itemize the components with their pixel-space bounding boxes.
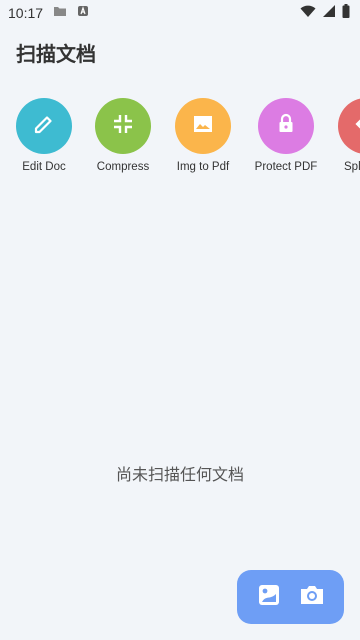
camera-button[interactable] <box>298 583 326 611</box>
tool-label: Compress <box>96 161 150 173</box>
tool-label: Spl <box>344 161 360 173</box>
tool-compress[interactable]: Compress <box>83 98 163 173</box>
page-title: 扫描文档 <box>16 44 96 66</box>
tool-edit-doc[interactable]: Edit Doc <box>4 98 84 173</box>
tool-split[interactable]: Spl <box>326 98 360 173</box>
pencil-icon <box>32 112 56 141</box>
status-time: 10:17 <box>8 5 44 21</box>
tool-img-to-pdf-circle[interactable] <box>175 98 231 154</box>
battery-icon <box>342 3 350 23</box>
tool-label: Protect PDF <box>254 161 318 173</box>
image-icon <box>191 112 215 141</box>
gallery-button[interactable] <box>255 583 283 611</box>
tool-protect-pdf-circle[interactable] <box>258 98 314 154</box>
gallery-icon <box>256 582 282 613</box>
empty-state-message: 尚未扫描任何文档 <box>115 467 244 484</box>
split-icon <box>354 112 360 141</box>
scan-action-group[interactable] <box>237 570 344 624</box>
tool-label: Img to Pdf <box>176 161 230 173</box>
compress-icon <box>111 112 135 141</box>
folder-icon <box>53 4 67 22</box>
tool-protect-pdf[interactable]: Protect PDF <box>246 98 326 173</box>
tool-label: Edit Doc <box>22 161 66 173</box>
camera-icon <box>298 582 326 613</box>
app-notification-icon <box>77 4 89 22</box>
wifi-icon <box>300 4 316 23</box>
tool-compress-circle[interactable] <box>95 98 151 154</box>
status-bar: 10:17 <box>0 0 360 26</box>
tool-split-circle[interactable] <box>338 98 360 154</box>
tool-edit-doc-circle[interactable] <box>16 98 72 154</box>
lock-icon <box>274 112 298 141</box>
signal-icon <box>322 4 336 23</box>
bottom-edge <box>0 636 360 640</box>
tool-img-to-pdf[interactable]: Img to Pdf <box>163 98 243 173</box>
tools-row[interactable]: Edit Doc Compress Img to Pdf Protect PDF <box>0 98 360 188</box>
